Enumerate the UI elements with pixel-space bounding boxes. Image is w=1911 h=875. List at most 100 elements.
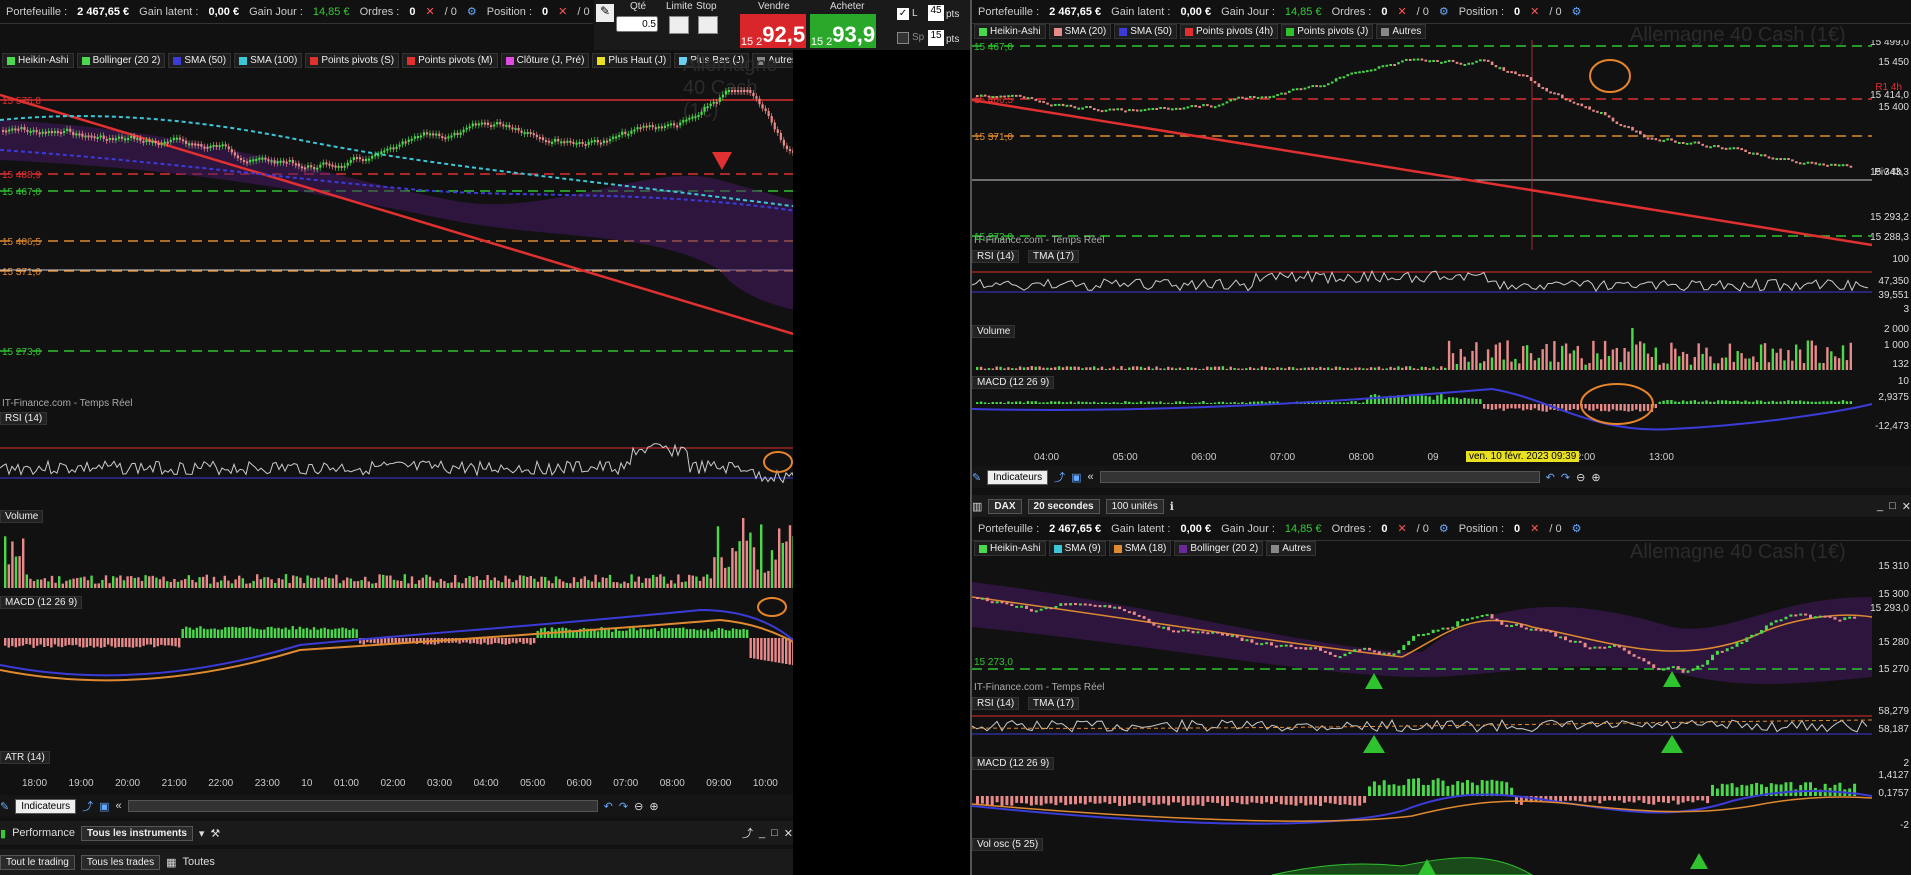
- zoom-out-icon[interactable]: ⊖: [1576, 471, 1585, 484]
- indicator-chip[interactable]: SMA (100): [234, 53, 303, 68]
- candle: [1744, 149, 1747, 153]
- left-timeline-scrollbar[interactable]: [127, 800, 598, 812]
- layout-icon[interactable]: ▣: [99, 800, 109, 813]
- ordres-settings-icon[interactable]: ⚙: [467, 5, 477, 18]
- indicator-chip[interactable]: Heikin-Ashi: [974, 24, 1046, 39]
- scroll-left-icon[interactable]: «: [1088, 471, 1094, 483]
- share-icon[interactable]: ⤴: [82, 798, 93, 814]
- candle: [1096, 109, 1100, 112]
- share-icon[interactable]: ⤴: [742, 825, 753, 841]
- ordres-settings-icon[interactable]: ⚙: [1439, 5, 1449, 18]
- indicator-chip[interactable]: Heikin-Ashi: [2, 53, 74, 68]
- l-input[interactable]: 45: [928, 5, 944, 21]
- indicator-chip[interactable]: Autres: [1266, 541, 1317, 556]
- macd-histogram-bar: [1494, 404, 1498, 410]
- buy-button[interactable]: 15 2 93,9: [810, 14, 876, 48]
- position-settings-icon[interactable]: ⚙: [1572, 5, 1582, 18]
- close-icon[interactable]: ✕: [784, 827, 793, 840]
- draw-tool-icon[interactable]: ✎: [0, 800, 9, 813]
- maximize-icon[interactable]: □: [1889, 500, 1896, 512]
- indicator-chip[interactable]: Autres: [1376, 24, 1427, 39]
- minimize-icon[interactable]: _: [1877, 500, 1883, 512]
- l-checkbox[interactable]: ✓: [897, 8, 909, 20]
- position-settings-icon[interactable]: ⚙: [1572, 522, 1582, 535]
- indicator-chip[interactable]: Points pivots (4h): [1179, 24, 1279, 39]
- ordres-icon[interactable]: ✕: [425, 5, 434, 18]
- indicator-chip[interactable]: Clôture (J, Pré): [500, 53, 590, 68]
- candle: [1573, 640, 1577, 643]
- macd-histogram-bar: [390, 638, 394, 643]
- trade-tool-icon[interactable]: ✎: [596, 4, 614, 22]
- macd-histogram-bar: [1750, 784, 1754, 796]
- macd-histogram-bar: [1029, 796, 1033, 806]
- indicator-chip[interactable]: SMA (9): [1048, 541, 1106, 556]
- volume-bar: [61, 583, 64, 588]
- zoom-in-icon[interactable]: ⊕: [649, 800, 658, 813]
- indicateurs-button[interactable]: Indicateurs: [987, 469, 1049, 485]
- indicator-chip[interactable]: SMA (50): [1114, 24, 1177, 39]
- qty-input[interactable]: [616, 16, 658, 32]
- zoom-in-icon[interactable]: ⊕: [1591, 471, 1600, 484]
- scroll-left-icon[interactable]: «: [116, 800, 122, 812]
- sell-button[interactable]: 15 2 92,5: [740, 14, 806, 48]
- candle: [1373, 68, 1377, 71]
- position-icon[interactable]: ✕: [558, 5, 567, 18]
- calendar-icon[interactable]: ▦: [166, 856, 176, 869]
- sp-input[interactable]: 15: [928, 30, 944, 46]
- macd-histogram-bar: [653, 628, 657, 638]
- period-dropdown[interactable]: 20 secondes: [1027, 498, 1100, 514]
- indicateurs-button[interactable]: Indicateurs: [15, 798, 77, 814]
- chevron-down-icon[interactable]: ▾: [199, 827, 205, 840]
- volume-bar: [396, 580, 399, 588]
- trading-dropdown[interactable]: Tout le trading: [0, 854, 75, 870]
- limit-button[interactable]: [669, 16, 689, 34]
- draw-tool-icon[interactable]: ✎: [972, 471, 981, 484]
- zoom-out-icon[interactable]: ⊖: [634, 800, 643, 813]
- redo-icon[interactable]: ↷: [619, 800, 628, 813]
- position-icon[interactable]: ✕: [1530, 5, 1539, 18]
- candle: [767, 111, 770, 117]
- volume-bar: [36, 579, 39, 588]
- ordres-icon[interactable]: ✕: [1397, 5, 1406, 18]
- rtop-timeline-scrollbar[interactable]: [1099, 471, 1540, 483]
- indicator-chip[interactable]: Bollinger (20 2): [1174, 541, 1264, 556]
- candle: [1818, 615, 1822, 618]
- tool-icon[interactable]: ⚒: [210, 827, 220, 840]
- candle: [1725, 648, 1729, 652]
- indicator-chip[interactable]: Bollinger (20 2): [76, 53, 166, 68]
- ordres-settings-icon[interactable]: ⚙: [1439, 522, 1449, 535]
- info-icon[interactable]: ℹ: [1170, 500, 1174, 513]
- maximize-icon[interactable]: □: [771, 827, 778, 839]
- rbot-instrument-toolbar: ▥ DAX 20 secondes 100 unités ℹ _ □ ✕: [972, 495, 1911, 517]
- redo-icon[interactable]: ↷: [1561, 471, 1570, 484]
- candle: [1740, 148, 1743, 151]
- trades-dropdown[interactable]: Tous les trades: [80, 854, 161, 870]
- sp-checkbox[interactable]: [897, 32, 909, 44]
- indicator-chip[interactable]: Points pivots (J): [1281, 24, 1374, 39]
- indicator-chip[interactable]: SMA (20): [1048, 24, 1112, 39]
- instruments-dropdown[interactable]: Tous les instruments: [81, 825, 193, 841]
- minimize-icon[interactable]: _: [759, 827, 765, 839]
- ordres-label: Ordres :: [1331, 522, 1372, 535]
- layout-icon[interactable]: ▣: [1071, 471, 1081, 484]
- ordres-icon[interactable]: ✕: [1397, 522, 1406, 535]
- macd-histogram-bar: [302, 628, 305, 638]
- instrument-dropdown[interactable]: DAX: [988, 498, 1022, 514]
- macd-histogram-bar: [351, 628, 355, 638]
- position-icon[interactable]: ✕: [1530, 522, 1539, 535]
- chart-type-icon[interactable]: ▥: [972, 500, 982, 513]
- undo-icon[interactable]: ↶: [604, 800, 613, 813]
- indicator-chip[interactable]: SMA (50): [168, 53, 232, 68]
- indicator-chip[interactable]: Points pivots (M): [402, 53, 498, 68]
- indicator-chip[interactable]: Points pivots (S): [305, 53, 400, 68]
- undo-icon[interactable]: ↶: [1546, 471, 1555, 484]
- indicator-chip[interactable]: Heikin-Ashi: [974, 541, 1046, 556]
- candle: [1108, 605, 1112, 608]
- candle: [178, 137, 182, 140]
- stop-button[interactable]: [698, 16, 718, 34]
- indicator-chip[interactable]: SMA (18): [1108, 541, 1172, 556]
- share-icon[interactable]: ⤴: [1054, 469, 1065, 485]
- units-dropdown[interactable]: 100 unités: [1105, 498, 1164, 514]
- close-icon[interactable]: ✕: [1902, 500, 1911, 513]
- indicator-chip[interactable]: Plus Haut (J): [592, 53, 672, 68]
